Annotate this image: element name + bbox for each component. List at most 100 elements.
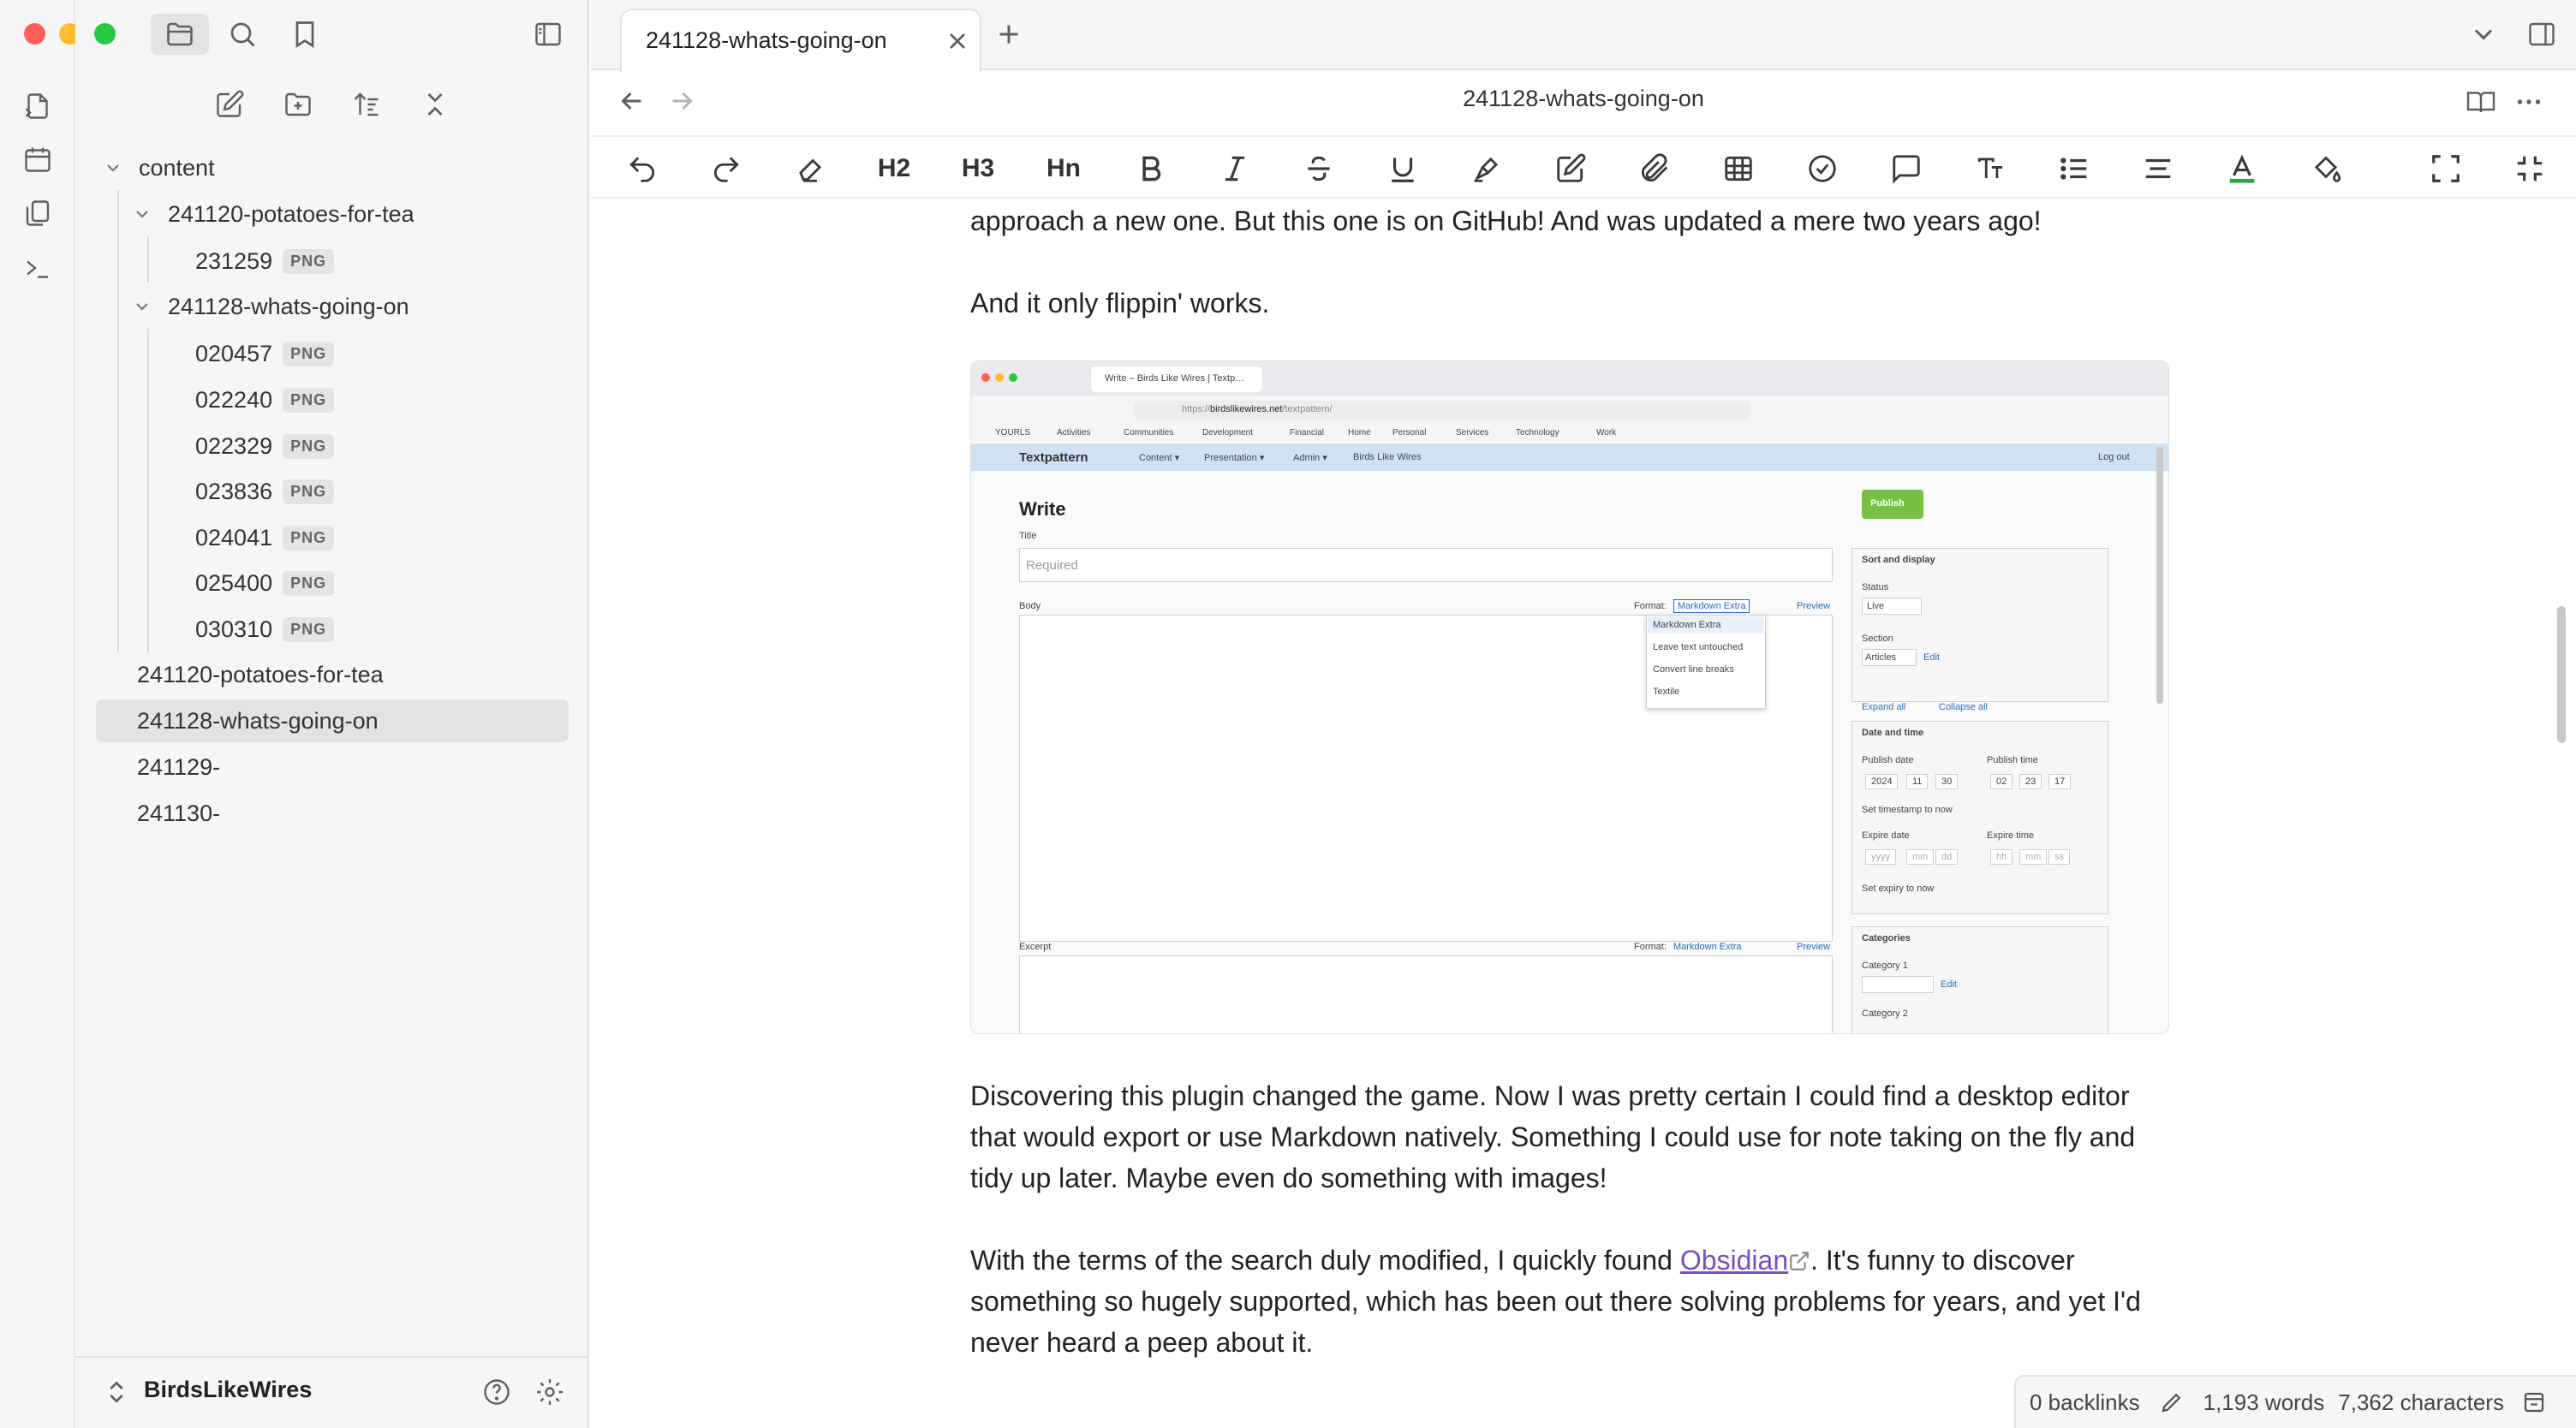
help-icon[interactable] xyxy=(480,1375,514,1409)
category1-label: Category 1 xyxy=(1862,961,1908,971)
tree-file[interactable]: 022329 PNG xyxy=(195,425,335,467)
section-value: Articles xyxy=(1865,652,1897,663)
panel-heading: Date and time xyxy=(1862,728,1924,738)
undo-icon[interactable] xyxy=(608,137,677,200)
bookmark: Technology xyxy=(1516,428,1559,437)
vault-switch-icon[interactable] xyxy=(103,1378,130,1406)
text-size-icon[interactable] xyxy=(1956,137,2024,200)
panel-heading: Sort and display xyxy=(1862,555,1935,565)
file-name: 231259 xyxy=(195,247,273,274)
bookmark: Development xyxy=(1202,428,1253,437)
search-icon[interactable] xyxy=(225,17,259,51)
heading-n-button[interactable]: Hn xyxy=(1029,137,1098,200)
backlinks-count[interactable]: 0 backlinks xyxy=(2030,1389,2140,1416)
tree-folder-potatoes[interactable]: 241120-potatoes-for-tea xyxy=(132,193,414,235)
italic-icon[interactable] xyxy=(1201,137,1269,200)
terminal-icon[interactable] xyxy=(21,251,55,285)
publish-time-label: Publish time xyxy=(1987,755,2038,765)
new-note-icon[interactable] xyxy=(212,87,247,122)
close-tab-icon[interactable] xyxy=(944,27,971,55)
fill-color-icon[interactable] xyxy=(2292,137,2360,200)
obsidian-link[interactable]: Obsidian xyxy=(1680,1245,1788,1276)
align-icon[interactable] xyxy=(2124,137,2192,200)
format-label: Format: xyxy=(1634,942,1667,952)
tree-file[interactable]: 030310 PNG xyxy=(195,608,335,651)
h2-label: H2 xyxy=(877,154,911,182)
file-ext-badge: PNG xyxy=(283,387,335,413)
exit-fullscreen-icon[interactable] xyxy=(2496,137,2564,200)
text-color-icon[interactable] xyxy=(2208,137,2276,200)
sync-status-icon[interactable] xyxy=(2521,1389,2547,1415)
table-icon[interactable] xyxy=(1704,137,1773,200)
right-sidebar-toggle-icon[interactable] xyxy=(2525,17,2559,51)
bookmark-icon[interactable] xyxy=(288,17,322,51)
tree-file[interactable]: 023836 PNG xyxy=(195,470,335,513)
new-tab-icon[interactable] xyxy=(993,19,1024,50)
bold-icon[interactable] xyxy=(1117,137,1185,200)
checkbox-icon[interactable] xyxy=(1788,137,1857,200)
chevron-down-icon xyxy=(136,211,148,218)
file-name: 022240 xyxy=(195,386,273,413)
heading-2-button[interactable]: H2 xyxy=(860,137,928,200)
sort-icon[interactable] xyxy=(349,87,384,122)
eraser-icon[interactable] xyxy=(776,137,844,200)
tree-file[interactable]: 020457 PNG xyxy=(195,332,335,375)
format-option-selected: Markdown Extra xyxy=(1648,616,1764,634)
tab-list-chevron-icon[interactable] xyxy=(2468,19,2499,50)
sidebar-toggle-icon[interactable] xyxy=(531,17,565,51)
highlighter-icon[interactable] xyxy=(1452,137,1521,200)
collapse-all-icon[interactable] xyxy=(418,87,452,122)
tree-file[interactable]: 024041 PNG xyxy=(195,516,335,559)
tree-note[interactable]: 241129- xyxy=(137,746,220,788)
title-label: Title xyxy=(1019,531,1037,541)
tree-guide xyxy=(147,329,149,652)
files-icon[interactable] xyxy=(21,89,55,123)
tree-label: content xyxy=(139,154,215,181)
reading-view-icon[interactable] xyxy=(2465,86,2497,118)
tree-note[interactable]: 241120-potatoes-for-tea xyxy=(137,653,384,696)
panel-heading: Categories xyxy=(1862,933,1911,943)
file-name: 024041 xyxy=(195,524,273,550)
tree-folder-whats-going-on[interactable]: 241128-whats-going-on xyxy=(132,285,409,328)
tree-file[interactable]: 022240 PNG xyxy=(195,378,335,421)
editor-scrollbar[interactable] xyxy=(2557,606,2566,743)
editor-pane[interactable]: approach a new one. But this one is on G… xyxy=(591,200,2576,1428)
list-icon[interactable] xyxy=(2040,137,2108,200)
new-folder-icon[interactable] xyxy=(281,87,315,122)
redo-icon[interactable] xyxy=(692,137,760,200)
tree-note[interactable]: 241130- xyxy=(137,792,220,835)
publish-date-label: Publish date xyxy=(1862,755,1914,765)
calendar-icon[interactable] xyxy=(21,142,55,176)
tree-file[interactable]: 025400 PNG xyxy=(195,562,335,604)
folder-icon[interactable] xyxy=(151,14,209,55)
category1-select xyxy=(1862,976,1934,993)
settings-gear-icon[interactable] xyxy=(533,1375,567,1409)
underline-icon[interactable] xyxy=(1368,137,1437,200)
edit-icon[interactable] xyxy=(1536,137,1605,200)
heading-3-button[interactable]: H3 xyxy=(944,137,1012,200)
format-option: Convert line breaks xyxy=(1653,664,1734,675)
tree-file[interactable]: 231259 PNG xyxy=(195,240,335,283)
fullscreen-icon[interactable] xyxy=(2412,137,2480,200)
vault-name[interactable]: BirdsLikeWires xyxy=(144,1377,312,1403)
copy-icon[interactable] xyxy=(21,196,55,230)
bookmark: YOURLS xyxy=(995,428,1031,437)
tree-note-selected[interactable]: 241128-whats-going-on xyxy=(96,699,569,742)
more-options-icon[interactable] xyxy=(2513,86,2545,118)
tab-active[interactable]: 241128-whats-going-on xyxy=(620,9,981,72)
strikethrough-icon[interactable] xyxy=(1285,137,1353,200)
zoom-window-button[interactable] xyxy=(94,23,116,45)
format-option: Textile xyxy=(1653,687,1680,697)
embedded-screenshot-image[interactable]: Write – Birds Like Wires | Textp… https:… xyxy=(970,360,2169,1034)
pencil-icon[interactable] xyxy=(2159,1389,2185,1415)
comment-icon[interactable] xyxy=(1872,137,1941,200)
note-name: 241120-potatoes-for-tea xyxy=(137,661,384,687)
tree-folder-content[interactable]: content xyxy=(103,146,215,189)
publish-year: 2024 xyxy=(1865,774,1899,789)
attachment-icon[interactable] xyxy=(1620,137,1689,200)
paragraph: And it only flippin' works. xyxy=(970,288,1270,318)
section-label: Section xyxy=(1862,634,1893,644)
expire-hour: hh xyxy=(1990,849,2013,865)
close-window-button[interactable] xyxy=(24,23,45,45)
collapse-all-link: Collapse all xyxy=(1939,702,1988,712)
